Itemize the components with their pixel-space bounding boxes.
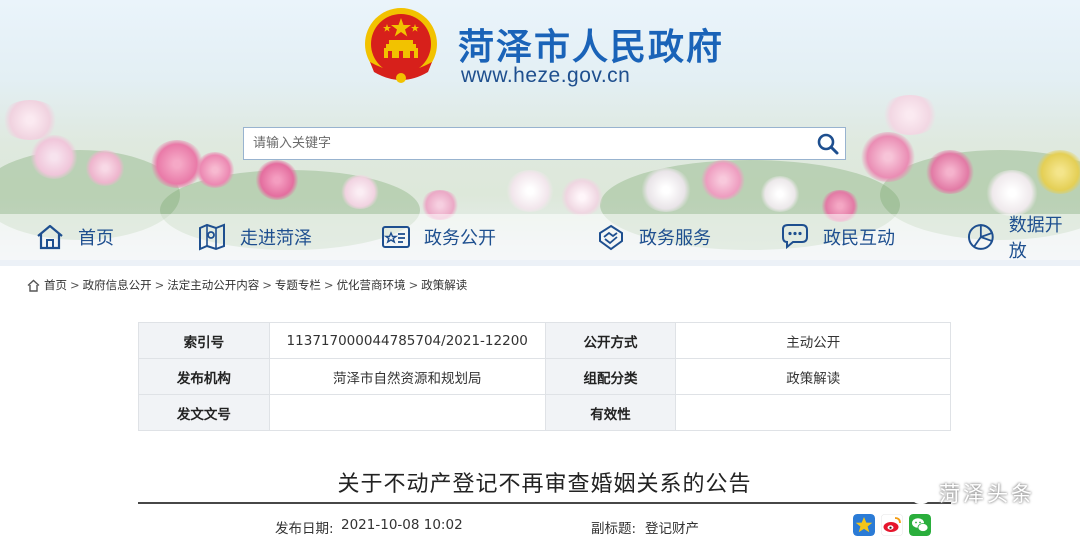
handshake-icon — [599, 224, 623, 251]
doc-number-value — [268, 394, 546, 431]
info-board-icon — [382, 226, 410, 248]
publish-mode-value: 主动公开 — [675, 322, 951, 359]
table-row: 发文文号 有效性 — [138, 394, 951, 431]
nav-label-home: 首页 — [78, 228, 114, 249]
nav-label-gov-info: 政务公开 — [424, 228, 496, 249]
watermark-text: 菏泽头条 — [939, 482, 1035, 506]
map-icon — [199, 223, 225, 251]
breadcrumb-home-icon — [27, 279, 40, 292]
breadcrumb-item-home[interactable]: 首页 — [44, 277, 67, 293]
search-icon[interactable] — [815, 131, 841, 157]
publish-date-label: 发布日期: — [275, 521, 334, 537]
weibo-icon[interactable] — [881, 514, 903, 536]
site-url[interactable]: www.heze.gov.cn — [461, 64, 630, 88]
nav-label-open-data: 数据开放 — [1008, 215, 1063, 260]
search-bar — [243, 127, 846, 160]
wechat-logo-icon — [896, 480, 932, 505]
breadcrumb-item-gov-info[interactable]: 政府信息公开 — [83, 277, 152, 293]
breadcrumb-item-statutory[interactable]: 法定主动公开内容 — [167, 277, 259, 293]
breadcrumb: 首页 > 政府信息公开 > 法定主动公开内容 > 专题专栏 > 优化营商环境 > 政策解读 — [27, 277, 467, 293]
publish-mode-label: 公开方式 — [544, 322, 677, 359]
site-title[interactable]: 菏泽市人民政府 — [458, 18, 724, 70]
breadcrumb-item-policy[interactable]: 政策解读 — [421, 277, 467, 293]
nav-item-gov-service[interactable]: 政务服务 — [595, 214, 711, 260]
validity-value — [675, 394, 951, 431]
nav-label-about-heze: 走进菏泽 — [240, 228, 312, 249]
breadcrumb-separator: > — [70, 278, 80, 292]
nav-item-gov-info[interactable]: 政务公开 — [380, 214, 496, 260]
wechat-icon[interactable] — [909, 514, 931, 536]
issuing-org-value: 菏泽市自然资源和规划局 — [268, 358, 546, 395]
doc-number-label: 发文文号 — [138, 394, 270, 431]
nav-item-about-heze[interactable]: 走进菏泽 — [196, 214, 312, 260]
breadcrumb-separator: > — [408, 278, 419, 292]
subtitle-value: 登记财产 — [645, 521, 699, 537]
breadcrumb-item-topics[interactable]: 专题专栏 — [275, 277, 321, 293]
issuing-org-label: 发布机构 — [138, 358, 270, 395]
nav-item-open-data[interactable]: 数据开放 — [965, 214, 1080, 260]
search-input[interactable] — [244, 128, 804, 159]
home-icon — [37, 224, 63, 250]
subtitle-label: 副标题: — [591, 521, 637, 537]
nav-item-home[interactable]: 首页 — [34, 214, 114, 260]
title-divider — [138, 502, 951, 504]
nav-item-interaction[interactable]: 政民互动 — [779, 214, 895, 260]
nav-label-interaction: 政民互动 — [823, 228, 895, 249]
validity-label: 有效性 — [544, 394, 677, 431]
chat-icon — [782, 224, 808, 250]
breadcrumb-item-business-env[interactable]: 优化营商环境 — [337, 277, 406, 293]
category-value: 政策解读 — [675, 358, 951, 395]
table-row: 索引号 113717000044785704/2021-12200 公开方式 主… — [138, 322, 951, 359]
publish-date: 2021-10-08 10:02 — [341, 517, 463, 533]
breadcrumb-separator: > — [262, 278, 272, 292]
index-value: 113717000044785704/2021-12200 — [268, 322, 546, 359]
table-row: 发布机构 菏泽市自然资源和规划局 组配分类 政策解读 — [138, 358, 951, 395]
document-info-table: 索引号 113717000044785704/2021-12200 公开方式 主… — [138, 322, 951, 431]
breadcrumb-separator: > — [323, 278, 334, 292]
breadcrumb-separator: > — [154, 278, 165, 292]
main-nav: 首页 走进菏泽 政务公开 政务服务 政民互动 数据开放 — [0, 214, 1080, 260]
header-divider — [0, 260, 1080, 266]
header-banner: 菏泽市人民政府 www.heze.gov.cn 首页 走进菏泽 — [0, 0, 1080, 260]
data-icon — [967, 224, 994, 250]
nav-label-gov-service: 政务服务 — [639, 228, 711, 249]
qzone-icon[interactable] — [853, 514, 875, 536]
national-emblem-icon — [365, 8, 437, 83]
category-label: 组配分类 — [544, 358, 677, 395]
article-title: 关于不动产登记不再审查婚姻关系的公告 — [337, 472, 752, 497]
watermark: 菏泽头条 — [895, 478, 1035, 508]
index-label: 索引号 — [138, 322, 270, 359]
